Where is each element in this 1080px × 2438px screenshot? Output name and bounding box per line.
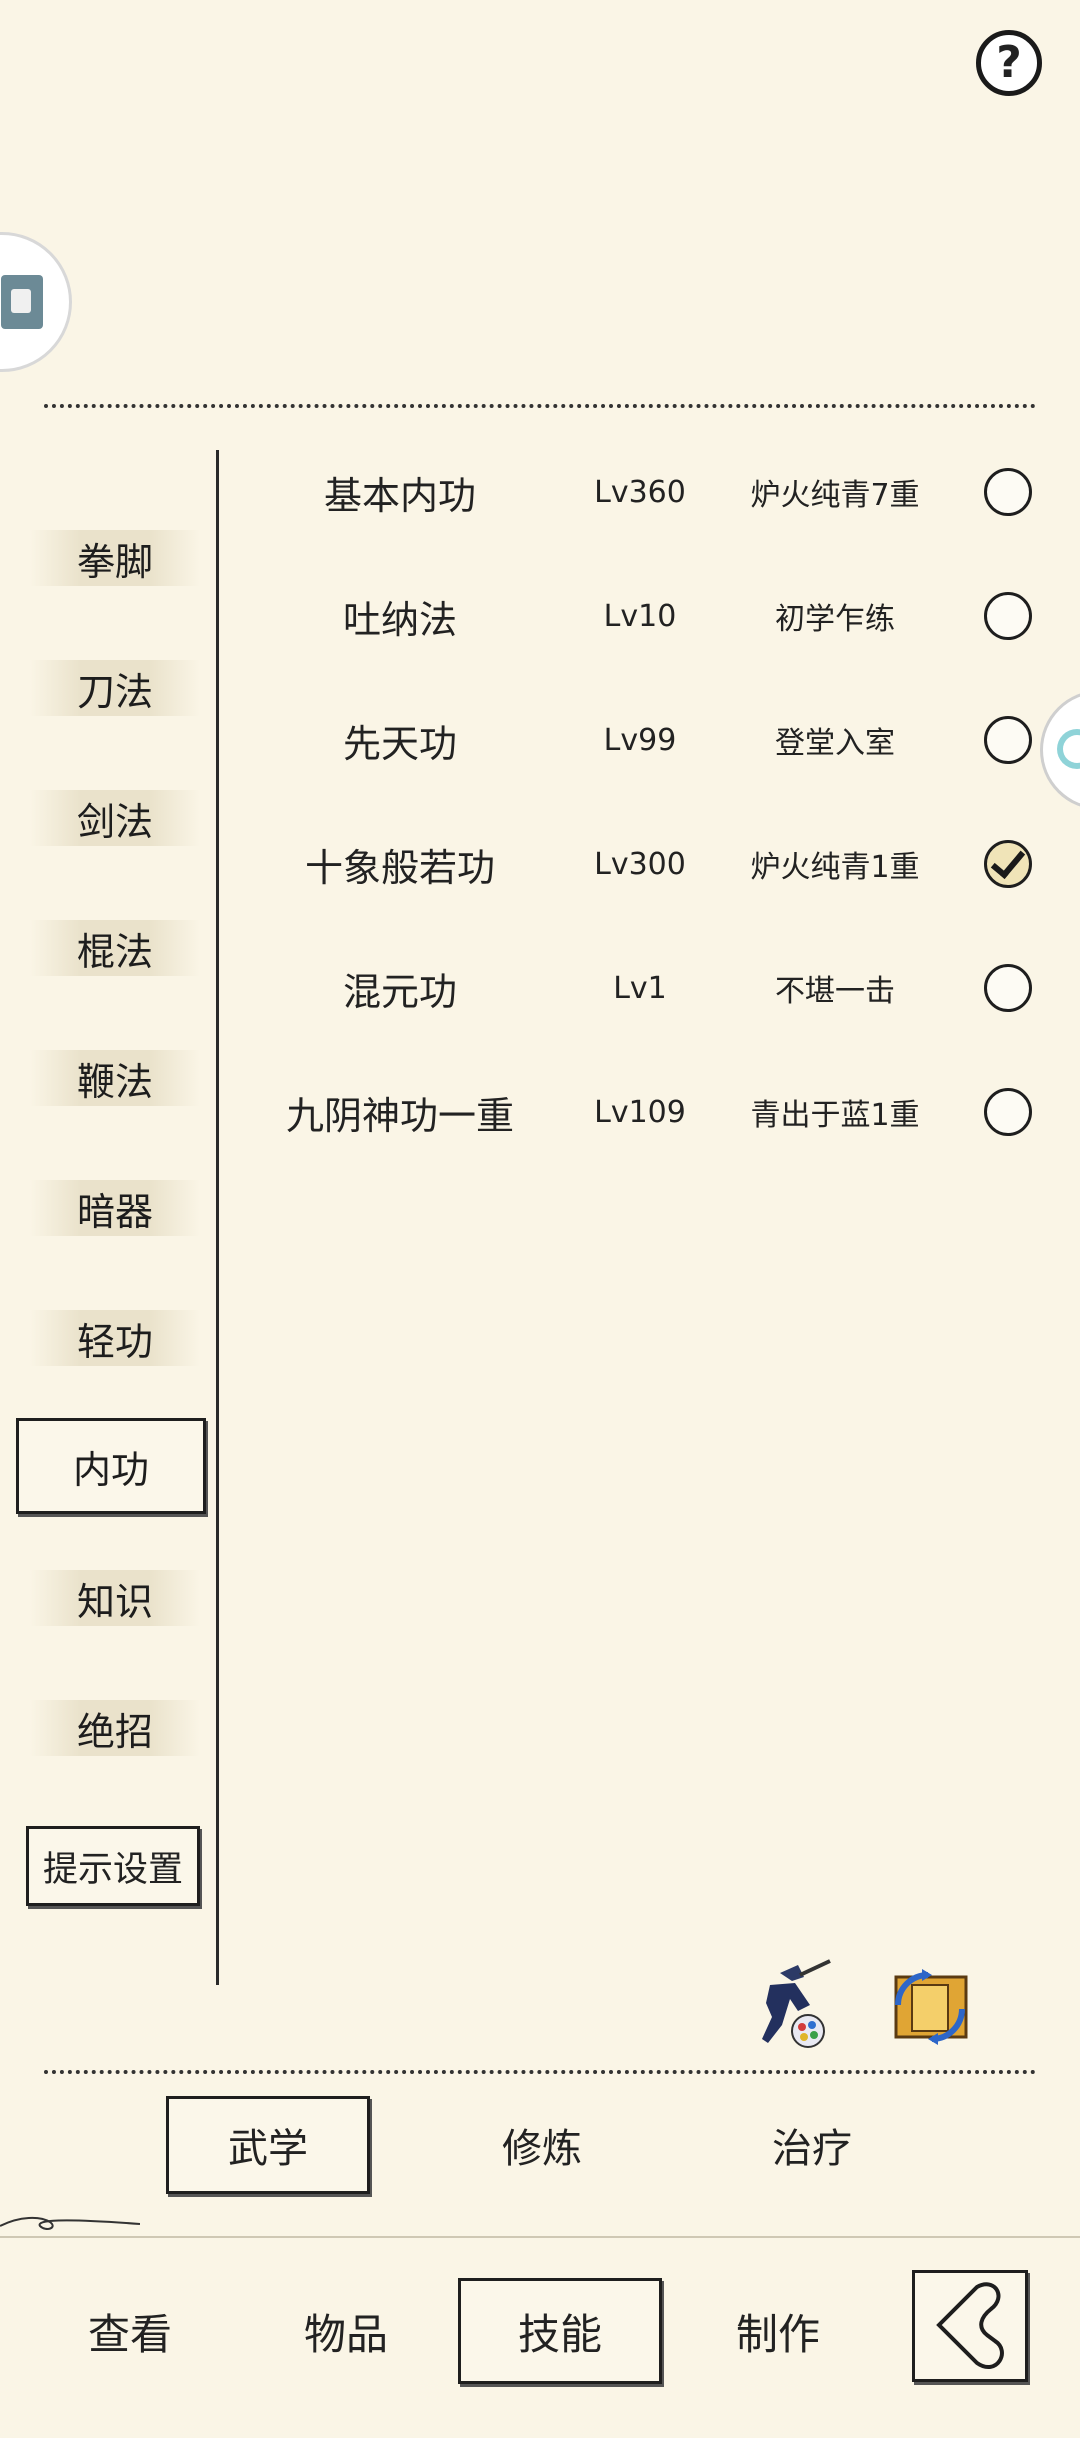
skill-level: Lv360 xyxy=(594,474,686,510)
skill-select-radio[interactable] xyxy=(984,964,1032,1012)
skill-level: Lv300 xyxy=(594,846,686,882)
skill-select-radio[interactable] xyxy=(984,468,1032,516)
subtab-xiulian[interactable]: 修炼 xyxy=(440,2096,644,2194)
martial-artist-icon[interactable] xyxy=(740,1955,840,2055)
category-neigong[interactable]: 内功 xyxy=(16,1418,206,1514)
skill-stage: 青出于蓝1重 xyxy=(750,1098,920,1133)
skill-select-radio-checked[interactable] xyxy=(984,840,1032,888)
skill-name: 混元功 xyxy=(342,969,457,1014)
skill-level: Lv10 xyxy=(603,598,677,634)
nav-separator xyxy=(0,2236,1080,2238)
skill-stage: 炉火纯青7重 xyxy=(750,478,920,513)
skill-row[interactable]: 九阴神功一重 Lv109 青出于蓝1重 xyxy=(240,1072,1040,1152)
skill-level: Lv1 xyxy=(613,970,667,1006)
skill-level: Lv109 xyxy=(594,1094,686,1130)
category-qinggong[interactable]: 轻功 xyxy=(30,1310,200,1366)
category-juezhao[interactable]: 绝招 xyxy=(30,1700,200,1756)
floating-widget-icon[interactable] xyxy=(1040,690,1080,810)
category-daofa[interactable]: 刀法 xyxy=(30,660,200,716)
skill-stage: 不堪一击 xyxy=(775,974,895,1009)
question-icon: ? xyxy=(996,37,1022,88)
back-button[interactable] xyxy=(912,2270,1028,2382)
category-gunfa[interactable]: 棍法 xyxy=(30,920,200,976)
skill-row[interactable]: 基本内功 Lv360 炉火纯青7重 xyxy=(240,452,1040,532)
avatar-image xyxy=(1,275,43,329)
skill-select-radio[interactable] xyxy=(984,1088,1032,1136)
avatar[interactable] xyxy=(0,232,72,372)
category-bianfa[interactable]: 鞭法 xyxy=(30,1050,200,1106)
skill-name: 先天功 xyxy=(342,721,457,766)
ink-swirl-decoration xyxy=(0,2216,140,2230)
skill-stage: 初学乍练 xyxy=(775,602,895,637)
skill-stage: 登堂入室 xyxy=(775,726,895,761)
help-button[interactable]: ? xyxy=(976,30,1042,96)
skill-row[interactable]: 吐纳法 Lv10 初学乍练 xyxy=(240,576,1040,656)
skill-name: 十象般若功 xyxy=(304,845,495,890)
category-anqi[interactable]: 暗器 xyxy=(30,1180,200,1236)
skill-row[interactable]: 先天功 Lv99 登堂入室 xyxy=(240,700,1040,780)
bottom-divider xyxy=(44,2070,1036,2074)
skill-name: 吐纳法 xyxy=(342,597,457,642)
category-quanjiao[interactable]: 拳脚 xyxy=(30,530,200,586)
column-divider xyxy=(216,450,219,1985)
skill-name: 九阴神功一重 xyxy=(285,1093,514,1138)
skill-stage: 炉火纯青1重 xyxy=(750,850,920,885)
hint-settings-button[interactable]: 提示设置 xyxy=(26,1826,200,1906)
skill-row[interactable]: 混元功 Lv1 不堪一击 xyxy=(240,948,1040,1028)
nav-skills[interactable]: 技能 xyxy=(458,2278,662,2384)
nav-view[interactable]: 查看 xyxy=(50,2278,210,2384)
skill-book-swap-icon[interactable] xyxy=(878,1955,982,2059)
subtab-zhiliao[interactable]: 治疗 xyxy=(710,2096,914,2194)
top-divider xyxy=(44,404,1036,408)
skill-row[interactable]: 十象般若功 Lv300 炉火纯青1重 xyxy=(240,824,1040,904)
nav-items[interactable]: 物品 xyxy=(266,2278,426,2384)
category-zhishi[interactable]: 知识 xyxy=(30,1570,200,1626)
skill-level: Lv99 xyxy=(603,722,677,758)
subtab-wuxue[interactable]: 武学 xyxy=(166,2096,370,2194)
nav-craft[interactable]: 制作 xyxy=(698,2278,858,2384)
category-jianfa[interactable]: 剑法 xyxy=(30,790,200,846)
back-arrow-icon xyxy=(936,2282,1004,2370)
skill-select-radio[interactable] xyxy=(984,592,1032,640)
skill-select-radio[interactable] xyxy=(984,716,1032,764)
skill-name: 基本内功 xyxy=(323,473,476,518)
